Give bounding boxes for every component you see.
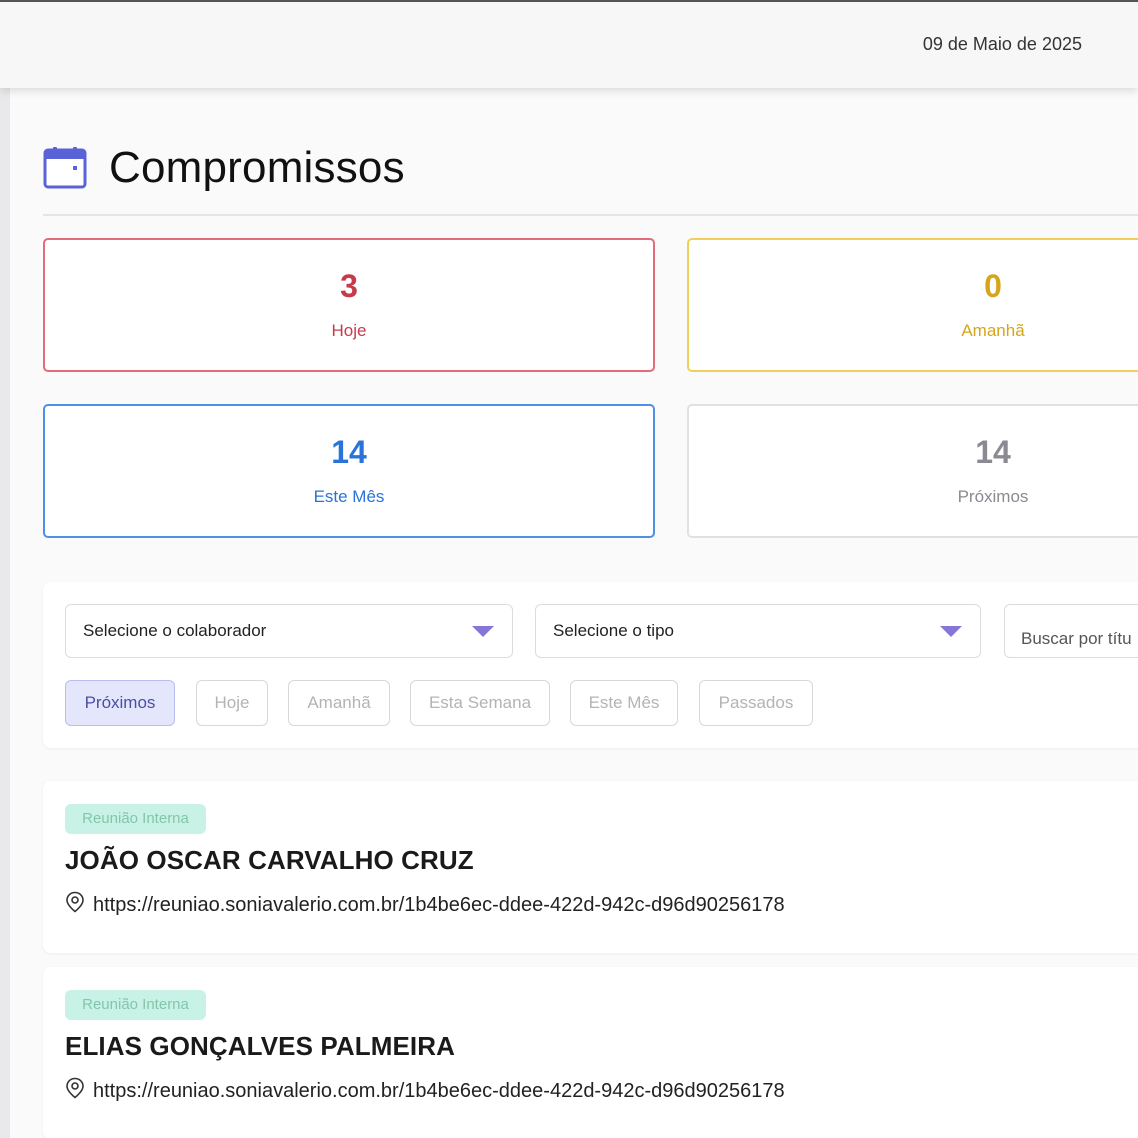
chip-this-week[interactable]: Esta Semana <box>410 680 550 726</box>
chip-this-month[interactable]: Este Mês <box>570 680 678 726</box>
search-input[interactable] <box>1004 604 1138 658</box>
stat-card-tomorrow[interactable]: 0 Amanhã <box>687 238 1138 372</box>
divider <box>43 214 1138 216</box>
collaborator-select-value: Selecione o colaborador <box>83 621 267 640</box>
stat-card-upcoming[interactable]: 14 Próximos <box>687 404 1138 538</box>
event-location: https://reuniao.soniavalerio.com.br/1b4b… <box>65 891 785 919</box>
main-content: Compromissos 3 Hoje 0 Amanhã 14 Este Mês… <box>10 88 1138 1138</box>
event-type-badge: Reunião Interna <box>65 804 206 834</box>
current-date: 09 de Maio de 2025 <box>922 34 1082 54</box>
event-card[interactable]: Reunião Interna JOÃO OSCAR CARVALHO CRUZ… <box>43 781 1138 953</box>
stat-label: Próximos <box>957 487 1029 506</box>
stat-value: 3 <box>340 268 358 304</box>
event-location: https://reuniao.soniavalerio.com.br/1b4b… <box>65 1077 785 1105</box>
chip-past[interactable]: Passados <box>699 680 813 726</box>
page-title: Compromissos <box>109 143 405 192</box>
stat-card-this-month[interactable]: 14 Este Mês <box>43 404 655 538</box>
map-pin-icon <box>65 891 93 919</box>
stat-label: Amanhã <box>961 321 1025 340</box>
map-pin-icon <box>65 1077 93 1105</box>
stat-label: Este Mês <box>313 487 385 506</box>
page-header: Compromissos <box>43 140 405 196</box>
event-location-link[interactable]: https://reuniao.soniavalerio.com.br/1b4b… <box>93 1080 785 1103</box>
stat-value: 0 <box>984 268 1002 304</box>
event-card[interactable]: Reunião Interna ELIAS GONÇALVES PALMEIRA… <box>43 967 1138 1138</box>
stat-value: 14 <box>975 434 1011 470</box>
chip-upcoming[interactable]: Próximos <box>65 680 175 726</box>
type-select-value: Selecione o tipo <box>553 621 674 640</box>
top-bar: 09 de Maio de 2025 <box>0 0 1138 88</box>
stat-label: Hoje <box>331 321 367 340</box>
stat-card-today[interactable]: 3 Hoje <box>43 238 655 372</box>
filter-panel: Selecione o colaborador Selecione o tipo… <box>43 582 1138 748</box>
event-title: ELIAS GONÇALVES PALMEIRA <box>65 1031 456 1061</box>
event-title: JOÃO OSCAR CARVALHO CRUZ <box>65 845 474 875</box>
type-select[interactable]: Selecione o tipo <box>535 604 981 658</box>
chip-tomorrow[interactable]: Amanhã <box>288 680 390 726</box>
chevron-down-icon <box>472 626 494 637</box>
chevron-down-icon <box>940 626 962 637</box>
collaborator-select[interactable]: Selecione o colaborador <box>65 604 513 658</box>
stat-value: 14 <box>331 434 367 470</box>
event-type-badge: Reunião Interna <box>65 990 206 1020</box>
event-location-link[interactable]: https://reuniao.soniavalerio.com.br/1b4b… <box>93 894 785 917</box>
calendar-icon <box>43 146 87 190</box>
sidebar-edge <box>0 88 10 1138</box>
chip-today[interactable]: Hoje <box>196 680 268 726</box>
